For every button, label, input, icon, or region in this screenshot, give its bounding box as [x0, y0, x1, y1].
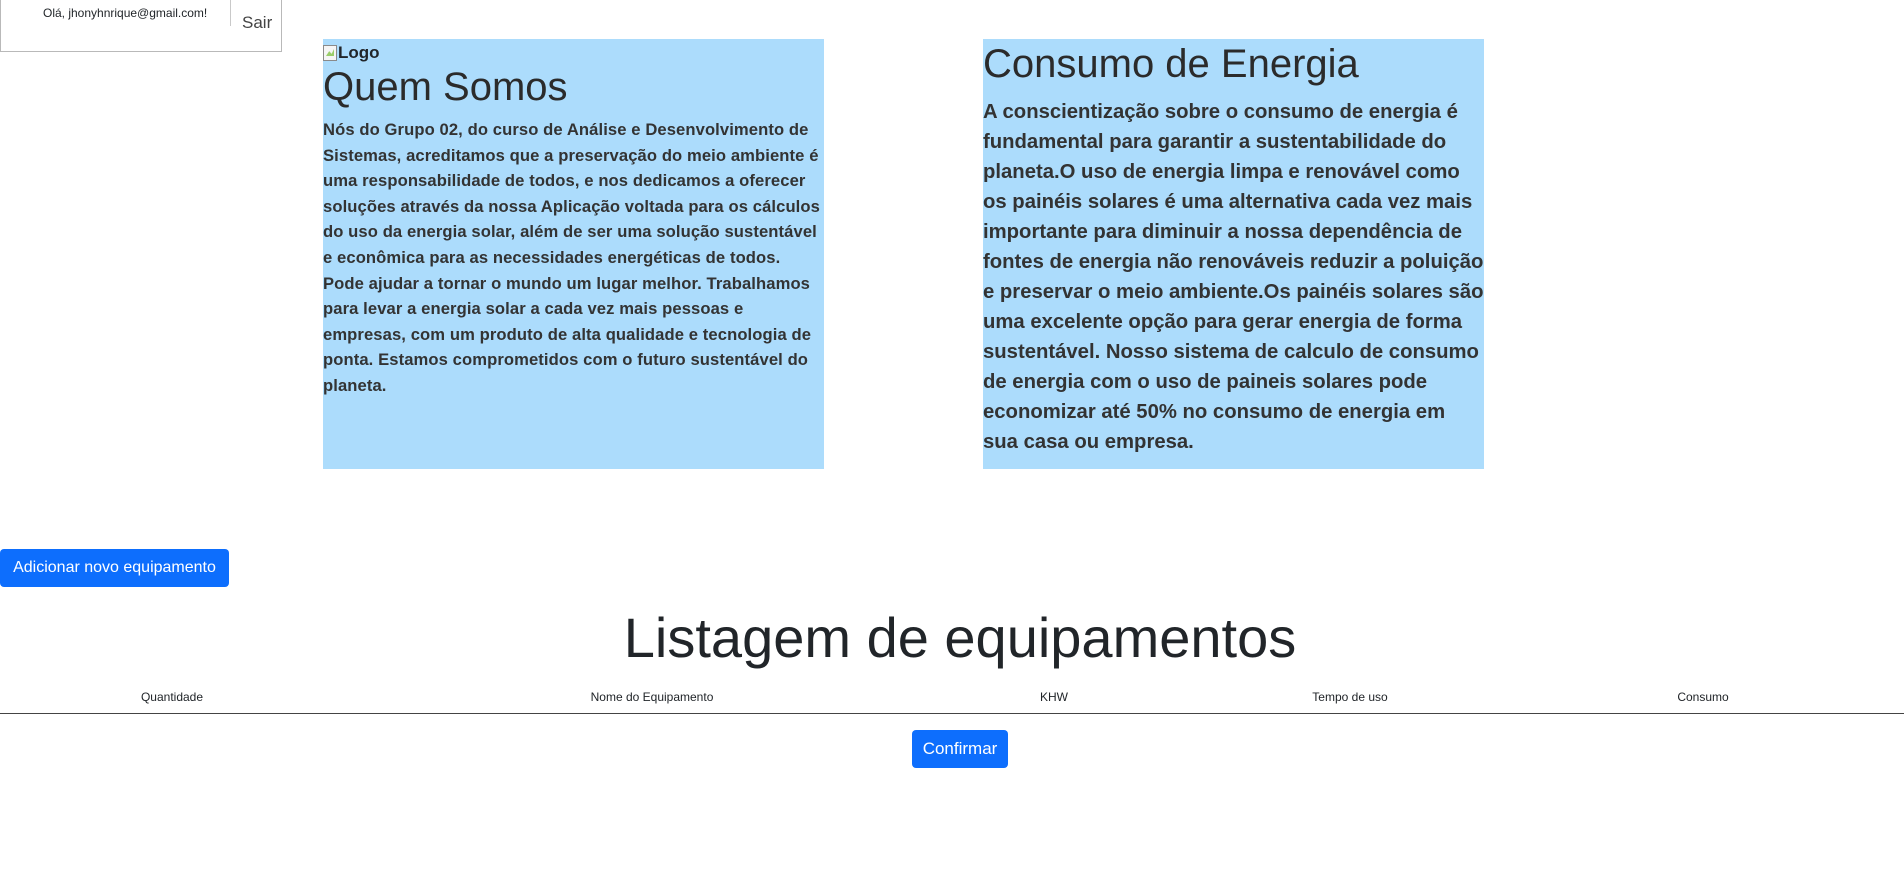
add-equipment-button[interactable]: Adicionar novo equipamento [0, 549, 229, 587]
column-header-consumo: Consumo [1677, 690, 1729, 704]
equipment-list-title: Listagem de equipamentos [623, 606, 1297, 669]
page: Olá, jhonyhnrique@gmail.com! Sair Logo Q… [0, 0, 1904, 893]
column-header-nome: Nome do Equipamento [590, 690, 714, 704]
logo-alt-text: Logo [338, 43, 380, 62]
about-title: Quem Somos [323, 65, 568, 109]
energy-text: A conscientização sobre o consumo de ene… [983, 101, 1484, 453]
logo: Logo [323, 43, 824, 63]
energy-panel: Consumo de Energia A conscientização sob… [983, 39, 1484, 469]
user-greeting: Olá, jhonyhnrique@gmail.com! [43, 6, 208, 20]
column-header-khw: KHW [1040, 690, 1068, 704]
about-text: Nós do Grupo 02, do curso de Análise e D… [323, 120, 820, 395]
energy-title: Consumo de Energia [983, 42, 1359, 86]
column-header-tempo: Tempo de uso [1312, 690, 1388, 704]
user-separator [230, 0, 231, 26]
equipment-table-header: Quantidade Nome do Equipamento KHW Tempo… [0, 686, 1904, 714]
logout-link[interactable]: Sair [242, 13, 272, 33]
confirm-button[interactable]: Confirmar [912, 730, 1008, 768]
broken-image-icon [323, 45, 337, 61]
column-header-quantidade: Quantidade [140, 690, 204, 704]
about-panel: Logo Quem Somos Nós do Grupo 02, do curs… [323, 39, 824, 469]
user-box: Olá, jhonyhnrique@gmail.com! Sair [0, 0, 282, 52]
